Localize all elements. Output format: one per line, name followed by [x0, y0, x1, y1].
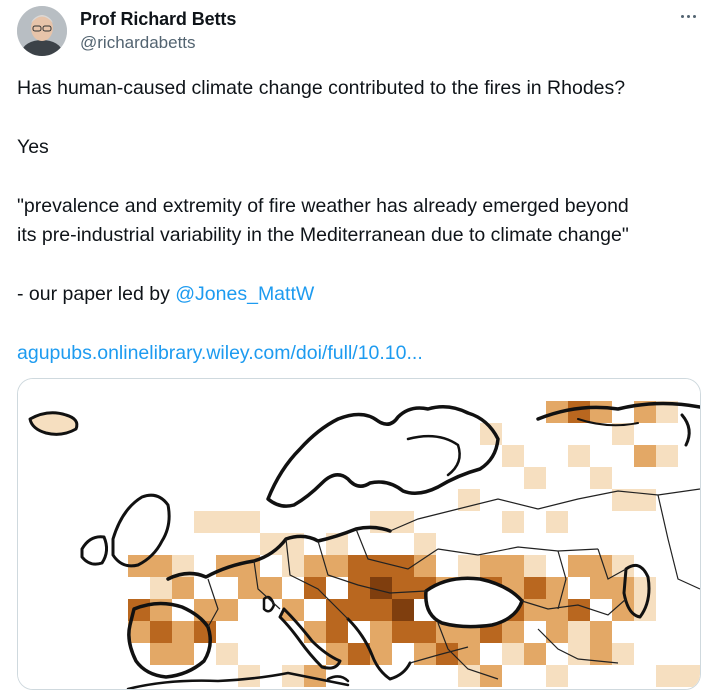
- avatar[interactable]: [17, 6, 67, 56]
- tweet-media-image[interactable]: [17, 378, 701, 690]
- map-grid-cell: [590, 577, 612, 599]
- paper-prefix: - our paper led by: [17, 283, 176, 305]
- map-grid-cell: [326, 621, 348, 643]
- map-grid-cell: [568, 621, 590, 643]
- map-grid-cell: [568, 445, 590, 467]
- map-grid-cell: [502, 621, 524, 643]
- tweet-text-line-1: Has human-caused climate change contribu…: [17, 77, 626, 99]
- map-grid-cell: [458, 555, 480, 577]
- map-grid-cell: [216, 511, 238, 533]
- quote-line-1: "prevalence and extremity of fire weathe…: [17, 195, 629, 217]
- map-grid-cell: [612, 423, 634, 445]
- map-grid-cell: [150, 555, 172, 577]
- map-grid-cell: [392, 621, 414, 643]
- map-grid-cell: [524, 643, 546, 665]
- europe-fire-weather-map: [18, 379, 700, 689]
- map-grid-cell: [194, 511, 216, 533]
- map-grid-cell: [678, 665, 700, 687]
- map-grid-cell: [612, 643, 634, 665]
- map-grid-cell: [238, 665, 260, 687]
- map-grid-cell: [480, 665, 502, 687]
- map-grid-cell: [502, 555, 524, 577]
- map-grid-cell: [590, 467, 612, 489]
- map-grid-cell: [634, 577, 656, 599]
- map-grid-cell: [524, 555, 546, 577]
- map-grid-cell: [590, 401, 612, 423]
- map-grid-cell: [634, 445, 656, 467]
- map-grid-cell: [370, 577, 392, 599]
- map-grid-cell: [502, 643, 524, 665]
- map-grid-cell: [304, 621, 326, 643]
- map-grid-cell: [216, 643, 238, 665]
- map-grid-cell: [348, 577, 370, 599]
- map-grid-cell: [370, 599, 392, 621]
- map-grid-cell: [568, 599, 590, 621]
- author-name[interactable]: Prof Richard Betts: [80, 9, 236, 30]
- map-grid-cell: [414, 643, 436, 665]
- more-horizontal-icon: [680, 14, 684, 18]
- map-grid-cell: [656, 445, 678, 467]
- map-grid-cell: [172, 643, 194, 665]
- map-grid-cell: [568, 643, 590, 665]
- map-grid-cell: [414, 533, 436, 555]
- map-grid-cell: [546, 511, 568, 533]
- mention-link[interactable]: @Jones_MattW: [175, 283, 314, 305]
- map-grid-cell: [238, 511, 260, 533]
- map-grid-cell: [634, 489, 656, 511]
- map-grid-cell: [590, 621, 612, 643]
- map-grid-cell: [348, 555, 370, 577]
- map-grid-cell: [480, 555, 502, 577]
- tweet-text-line-2: Yes: [17, 136, 49, 158]
- profile-photo-icon: [17, 6, 67, 56]
- map-grid-cell: [392, 599, 414, 621]
- map-grid-cell: [282, 555, 304, 577]
- more-dot: [692, 14, 696, 18]
- map-grid-cell: [172, 621, 194, 643]
- map-grid-cell: [524, 467, 546, 489]
- map-grid-cell: [370, 621, 392, 643]
- map-grid-cell: [260, 577, 282, 599]
- quote-line-2: its pre-industrial variability in the Me…: [17, 224, 629, 246]
- map-grid-cell: [370, 555, 392, 577]
- more-options-button[interactable]: [672, 6, 704, 26]
- map-grid-cell: [568, 555, 590, 577]
- map-grid-cell: [150, 643, 172, 665]
- map-grid-cell: [546, 599, 568, 621]
- more-dot: [686, 14, 690, 18]
- map-grid-cell: [656, 665, 678, 687]
- map-grid-cell: [458, 665, 480, 687]
- map-grid-cell: [502, 511, 524, 533]
- map-grid-cell: [392, 577, 414, 599]
- map-grid-cell: [502, 445, 524, 467]
- map-grid-cell: [524, 577, 546, 599]
- map-grid-cell: [546, 665, 568, 687]
- map-grid-cell: [172, 577, 194, 599]
- map-grid-cell: [348, 599, 370, 621]
- map-grid-cell: [546, 577, 568, 599]
- map-grid-cell: [326, 555, 348, 577]
- author-handle[interactable]: @richardabetts: [80, 33, 196, 53]
- map-grid-cell: [414, 621, 436, 643]
- paper-credit-line: - our paper led by @Jones_MattW: [17, 280, 314, 308]
- map-grid-cell: [216, 599, 238, 621]
- map-grid-cell: [150, 621, 172, 643]
- paper-url-link[interactable]: agupubs.onlinelibrary.wiley.com/doi/full…: [17, 339, 423, 367]
- map-grid-cell: [326, 599, 348, 621]
